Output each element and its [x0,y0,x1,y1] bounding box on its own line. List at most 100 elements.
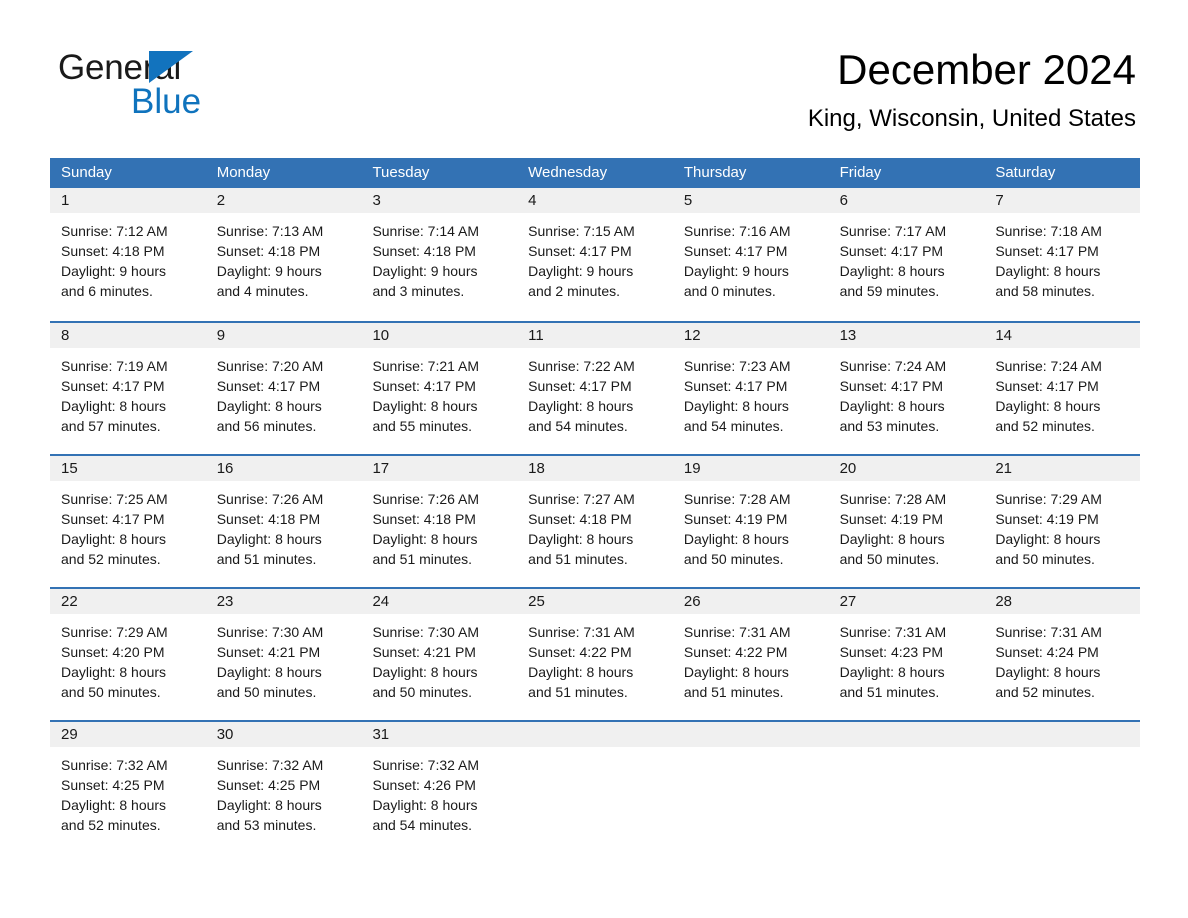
day-cell[interactable]: 10 Sunrise: 7:21 AM Sunset: 4:17 PM Dayl… [361,323,518,454]
day-cell[interactable]: 12 Sunrise: 7:23 AM Sunset: 4:17 PM Dayl… [672,323,829,454]
sunset-text: Sunset: 4:17 PM [839,378,944,394]
day-cell[interactable]: 30 Sunrise: 7:32 AM Sunset: 4:25 PM Dayl… [205,722,362,853]
day-number-strip: 2 [205,188,362,213]
daylight-text-line2: and 2 minutes. [528,283,620,299]
day-number-strip: 23 [205,589,362,614]
day-cell[interactable]: 13 Sunrise: 7:24 AM Sunset: 4:17 PM Dayl… [828,323,985,454]
daylight-text-line1: Daylight: 8 hours [216,398,322,414]
day-cell[interactable]: 9 Sunrise: 7:20 AM Sunset: 4:17 PM Dayli… [205,323,362,454]
daylight-text-line2: and 51 minutes. [528,684,628,700]
daylight-text-line2: and 53 minutes. [839,418,940,434]
sunset-text: Sunset: 4:20 PM [61,644,165,660]
daylight-text-line2: and 52 minutes. [61,817,161,833]
day-cell[interactable]: 24 Sunrise: 7:30 AM Sunset: 4:21 PM Dayl… [361,589,518,720]
day-cell[interactable]: 18 Sunrise: 7:27 AM Sunset: 4:18 PM Dayl… [517,456,673,587]
day-cell[interactable]: 26 Sunrise: 7:31 AM Sunset: 4:22 PM Dayl… [672,589,829,720]
daylight-text-line1: Daylight: 8 hours [528,664,634,680]
day-cell[interactable]: 29 Sunrise: 7:32 AM Sunset: 4:25 PM Dayl… [50,722,206,853]
sunset-text: Sunset: 4:18 PM [528,511,632,527]
day-number: 25 [528,593,545,610]
day-number-strip [517,722,673,747]
day-cell[interactable]: 20 Sunrise: 7:28 AM Sunset: 4:19 PM Dayl… [828,456,985,587]
day-cell[interactable]: 5 Sunrise: 7:16 AM Sunset: 4:17 PM Dayli… [672,188,829,321]
sunset-text: Sunset: 4:25 PM [216,777,321,793]
daylight-text-line2: and 50 minutes. [61,684,161,700]
sunrise-text: Sunrise: 7:31 AM [683,624,791,640]
day-number: 31 [372,726,390,743]
daylight-text-line1: Daylight: 9 hours [528,263,634,279]
day-cell[interactable]: 1 Sunrise: 7:12 AM Sunset: 4:18 PM Dayli… [50,188,206,321]
daylight-text-line2: and 50 minutes. [995,551,1095,567]
day-cell[interactable]: 7 Sunrise: 7:18 AM Sunset: 4:17 PM Dayli… [984,188,1141,321]
day-cell[interactable]: 15 Sunrise: 7:25 AM Sunset: 4:17 PM Dayl… [50,456,206,587]
daylight-text-line1: Daylight: 8 hours [995,263,1101,279]
daylight-text-line2: and 50 minutes. [683,551,784,567]
day-cell[interactable]: 8 Sunrise: 7:19 AM Sunset: 4:17 PM Dayli… [50,323,206,454]
sunset-text: Sunset: 4:17 PM [995,378,1099,394]
day-cell[interactable]: 28 Sunrise: 7:31 AM Sunset: 4:24 PM Dayl… [984,589,1141,720]
sunrise-text: Sunrise: 7:28 AM [683,491,791,507]
sunset-text: Sunset: 4:17 PM [216,378,321,394]
location-subtitle: King, Wisconsin, United States [807,105,1136,132]
sunrise-text: Sunrise: 7:29 AM [61,624,168,640]
daylight-text-line2: and 51 minutes. [372,551,473,567]
sunset-text: Sunset: 4:17 PM [61,378,165,394]
day-number-strip: 18 [517,456,673,481]
day-cell[interactable]: 11 Sunrise: 7:22 AM Sunset: 4:17 PM Dayl… [517,323,673,454]
day-details: Sunrise: 7:31 AM Sunset: 4:22 PM Dayligh… [673,614,829,702]
daylight-text-line1: Daylight: 8 hours [216,664,322,680]
daylight-text-line2: and 51 minutes. [528,551,628,567]
day-details: Sunrise: 7:24 AM Sunset: 4:17 PM Dayligh… [984,348,1140,436]
day-number: 26 [683,593,701,610]
day-cell[interactable]: 22 Sunrise: 7:29 AM Sunset: 4:20 PM Dayl… [50,589,206,720]
sunset-text: Sunset: 4:18 PM [216,511,321,527]
day-number: 19 [683,460,701,477]
weekday-wednesday: Wednesday [528,164,608,181]
day-cell[interactable]: 31 Sunrise: 7:32 AM Sunset: 4:26 PM Dayl… [361,722,518,853]
day-cell[interactable]: 19 Sunrise: 7:28 AM Sunset: 4:19 PM Dayl… [672,456,829,587]
sunrise-text: Sunrise: 7:30 AM [372,624,480,640]
sunrise-text: Sunrise: 7:25 AM [61,491,168,507]
sunset-text: Sunset: 4:18 PM [61,243,165,259]
daylight-text-line1: Daylight: 8 hours [61,664,167,680]
day-number: 7 [995,192,1004,209]
sunrise-text: Sunrise: 7:14 AM [372,223,480,239]
daylight-text-line1: Daylight: 8 hours [61,398,167,414]
sunset-text: Sunset: 4:18 PM [372,243,476,259]
day-cell[interactable]: 16 Sunrise: 7:26 AM Sunset: 4:18 PM Dayl… [205,456,362,587]
day-number-strip: 21 [984,456,1141,481]
day-cell[interactable]: 21 Sunrise: 7:29 AM Sunset: 4:19 PM Dayl… [984,456,1141,587]
page-header: General Blue December 2024 King, Wiscons… [0,0,1188,132]
day-details: Sunrise: 7:30 AM Sunset: 4:21 PM Dayligh… [206,614,362,702]
day-cell[interactable]: 4 Sunrise: 7:15 AM Sunset: 4:17 PM Dayli… [517,188,673,321]
day-number-strip: 12 [672,323,829,348]
day-cell[interactable]: 3 Sunrise: 7:14 AM Sunset: 4:18 PM Dayli… [361,188,518,321]
day-details: Sunrise: 7:28 AM Sunset: 4:19 PM Dayligh… [829,481,985,569]
daylight-text-line1: Daylight: 9 hours [216,263,322,279]
sunrise-text: Sunrise: 7:21 AM [372,358,480,374]
day-cell[interactable]: 6 Sunrise: 7:17 AM Sunset: 4:17 PM Dayli… [828,188,985,321]
day-number-strip: 24 [361,589,518,614]
day-cell[interactable]: 14 Sunrise: 7:24 AM Sunset: 4:17 PM Dayl… [984,323,1141,454]
day-cell[interactable]: 17 Sunrise: 7:26 AM Sunset: 4:18 PM Dayl… [361,456,518,587]
daylight-text-line2: and 53 minutes. [216,817,317,833]
day-details: Sunrise: 7:20 AM Sunset: 4:17 PM Dayligh… [206,348,362,436]
day-cell[interactable]: 2 Sunrise: 7:13 AM Sunset: 4:18 PM Dayli… [205,188,362,321]
sunset-text: Sunset: 4:17 PM [372,378,476,394]
day-cell[interactable]: 25 Sunrise: 7:31 AM Sunset: 4:22 PM Dayl… [517,589,673,720]
day-number: 8 [61,327,70,344]
weekday-header-row: Sunday Monday Tuesday Wednesday Thursday… [50,158,1140,188]
sunset-text: Sunset: 4:22 PM [528,644,632,660]
day-cell[interactable]: 23 Sunrise: 7:30 AM Sunset: 4:21 PM Dayl… [205,589,362,720]
daylight-text-line1: Daylight: 9 hours [372,263,478,279]
sunrise-text: Sunrise: 7:20 AM [216,358,324,374]
sunset-text: Sunset: 4:17 PM [683,378,788,394]
day-number-strip [984,722,1141,747]
day-cell-empty [828,722,985,853]
daylight-text-line1: Daylight: 8 hours [528,398,634,414]
sunset-text: Sunset: 4:17 PM [528,243,632,259]
daylight-text-line1: Daylight: 8 hours [839,664,945,680]
day-number-strip: 3 [361,188,518,213]
day-details: Sunrise: 7:24 AM Sunset: 4:17 PM Dayligh… [829,348,985,436]
day-cell[interactable]: 27 Sunrise: 7:31 AM Sunset: 4:23 PM Dayl… [828,589,985,720]
